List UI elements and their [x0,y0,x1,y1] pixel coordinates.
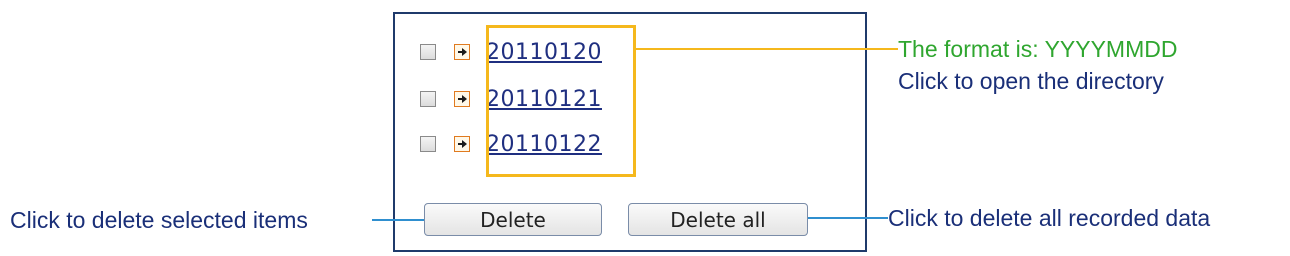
delete-all-button[interactable]: Delete all [628,203,808,236]
delete-selected-annotation: Click to delete selected items [10,207,308,233]
arrow-right-icon[interactable] [454,91,470,107]
directory-checkbox[interactable] [420,91,436,107]
callout-figure: 20110120 20110121 20110122 Delete Delete… [0,0,1290,256]
directory-checkbox[interactable] [420,136,436,152]
delete-button[interactable]: Delete [424,203,602,236]
arrow-right-icon[interactable] [454,136,470,152]
format-annotation: The format is: YYYYMMDD [898,36,1178,62]
delete-all-annotation: Click to delete all recorded data [888,205,1211,231]
format-callout-line [636,48,898,50]
delete-all-callout-line [808,217,888,219]
delete-callout-line [372,219,424,221]
directory-checkbox[interactable] [420,44,436,60]
arrow-right-icon[interactable] [454,44,470,60]
open-directory-annotation: Click to open the directory [898,68,1164,94]
date-format-highlight [486,25,636,177]
